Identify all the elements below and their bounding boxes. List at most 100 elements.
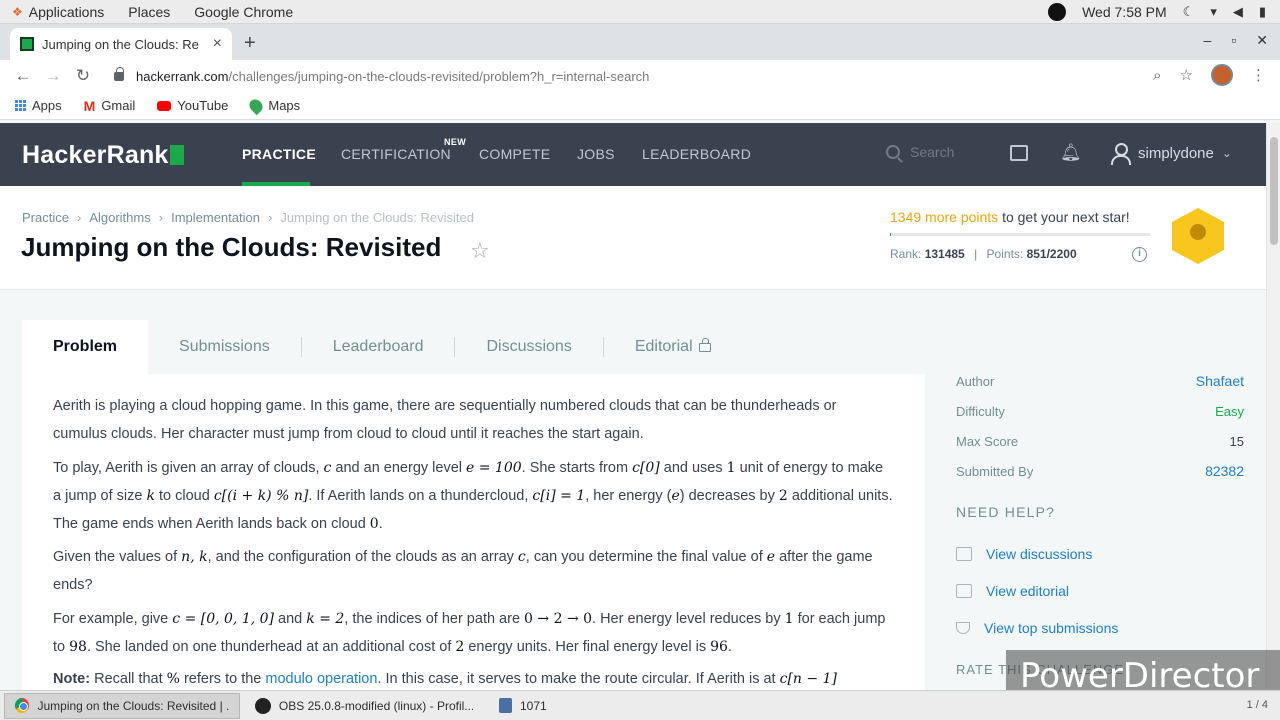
back-arrow-icon[interactable]: ← — [8, 66, 38, 86]
text: energy units. Her final energy level is — [464, 639, 711, 655]
info-icon[interactable]: i — [1132, 247, 1147, 262]
os-menu-chrome[interactable]: Google Chrome — [182, 4, 305, 20]
math: 98 — [69, 639, 87, 655]
scrollbar-thumb[interactable] — [1270, 137, 1278, 245]
taskbar-item-document[interactable]: 1071 — [488, 693, 728, 719]
battery-icon[interactable]: ▮ — [1259, 4, 1266, 20]
next-star-message: 1349 more points to get your next star! — [890, 209, 1130, 225]
submissions-link[interactable]: 82382 — [1205, 463, 1244, 479]
close-window-icon[interactable]: ✕ — [1256, 32, 1268, 49]
taskbar-item-chrome[interactable]: Jumping on the Clouds: Revisited | ... — [4, 692, 240, 719]
math: c[n − 1] — [779, 671, 837, 687]
math: 96 — [710, 639, 728, 655]
address-bar[interactable]: hackerrank.com/challenges/jumping-on-the… — [104, 62, 1208, 90]
browser-tab[interactable]: Jumping on the Clouds: Re × — [10, 28, 232, 60]
math: c = [0, 0, 1, 0] — [172, 611, 275, 627]
tab-discussions[interactable]: Discussions — [454, 337, 602, 357]
meta-max-score: Max Score 15 — [956, 434, 1244, 454]
wifi-icon[interactable]: ▾ — [1210, 4, 1217, 20]
bookmark-gmail[interactable]: M Gmail — [84, 98, 136, 114]
modulo-operation-link[interactable]: modulo operation — [265, 671, 377, 687]
view-discussions-link[interactable]: View discussions — [956, 546, 1092, 562]
text: . If Aerith lands on a thundercloud, — [308, 488, 533, 504]
tab-leaderboard[interactable]: Leaderboard — [300, 337, 455, 357]
os-menu-label: Places — [128, 3, 171, 20]
volume-icon[interactable]: ◀ — [1233, 4, 1243, 20]
text: , can you determine the final value of — [525, 549, 767, 565]
rank-separator: | — [974, 247, 978, 261]
author-link[interactable]: Shafaet — [1196, 373, 1244, 389]
problem-paragraph: Aerith is playing a cloud hopping game. … — [53, 398, 837, 442]
hackerrank-logo[interactable]: HackerRank — [22, 141, 184, 170]
chrome-icon — [15, 698, 30, 713]
night-mode-icon[interactable]: ☾ — [1183, 4, 1195, 20]
os-clock[interactable]: Wed 7:58 PM — [1082, 4, 1167, 20]
obs-tray-icon[interactable] — [1048, 3, 1067, 21]
text: For example, give — [53, 611, 173, 627]
math: k — [146, 488, 155, 504]
zoom-icon[interactable]: ⌕ — [1153, 67, 1161, 84]
taskbar-item-obs[interactable]: OBS 25.0.8-modified (linux) - Profil... — [244, 693, 484, 719]
bookmark-star-icon[interactable]: ☆ — [470, 238, 490, 264]
workspace-pager[interactable]: 1 / 4 — [1247, 699, 1268, 711]
tab-editorial[interactable]: Editorial — [602, 337, 742, 357]
new-tab-button[interactable]: + — [244, 32, 256, 55]
text: Recall that — [90, 671, 167, 687]
os-menu-places[interactable]: Places — [116, 4, 182, 20]
nav-certification[interactable]: CERTIFICATION — [341, 146, 451, 162]
bookmark-star-icon[interactable]: ☆ — [1180, 66, 1193, 84]
browser-toolbar: ← → ↻ hackerrank.com/challenges/jumping-… — [0, 60, 1280, 92]
search-icon — [886, 145, 900, 159]
url-path: /challenges/jumping-on-the-clouds-revisi… — [228, 68, 650, 84]
messages-icon[interactable] — [1010, 145, 1028, 161]
text: , her energy ( — [585, 488, 672, 504]
forward-arrow-icon[interactable]: → — [38, 66, 68, 86]
nav-jobs[interactable]: JOBS — [577, 146, 615, 162]
view-top-submissions-link[interactable]: View top submissions — [956, 620, 1118, 636]
user-icon — [1110, 143, 1131, 165]
window-controls: – ▫ ✕ — [1204, 32, 1269, 49]
maps-pin-icon — [247, 96, 266, 115]
tab-submissions[interactable]: Submissions — [148, 337, 301, 357]
menu-kebab-icon[interactable]: ⋮ — [1251, 66, 1266, 84]
bookmark-youtube[interactable]: YouTube — [157, 98, 228, 113]
url-host: hackerrank.com — [136, 68, 229, 84]
page-scrollbar[interactable] — [1266, 123, 1280, 688]
help-link-label: View editorial — [986, 583, 1070, 599]
breadcrumb-practice[interactable]: Practice — [22, 210, 69, 225]
reload-icon[interactable]: ↻ — [68, 66, 98, 86]
math: 0 — [369, 516, 379, 532]
breadcrumb-implementation[interactable]: Implementation — [171, 210, 260, 225]
hackerrank-favicon-icon — [20, 37, 34, 51]
hackerrank-navbar: HackerRank PRACTICE CERTIFICATION COMPET… — [0, 123, 1266, 186]
gmail-icon: M — [83, 97, 96, 114]
search-box[interactable]: Search — [886, 144, 954, 160]
apps-grid-icon — [14, 100, 26, 112]
profile-avatar[interactable] — [1211, 64, 1233, 86]
maximize-icon[interactable]: ▫ — [1231, 32, 1236, 49]
meta-key: Author — [956, 374, 995, 389]
math: 2 — [455, 639, 465, 655]
math: 1 — [784, 611, 794, 627]
os-menu-applications[interactable]: ❖ Applications — [0, 4, 116, 20]
browser-tab-title: Jumping on the Clouds: Re — [42, 36, 199, 52]
new-badge: NEW — [442, 136, 469, 148]
breadcrumb-algorithms[interactable]: Algorithms — [89, 210, 150, 225]
user-menu[interactable]: simplydone ⌄ — [1110, 143, 1232, 165]
text: and an energy level — [331, 460, 467, 476]
tab-problem[interactable]: Problem — [22, 320, 149, 374]
nav-practice[interactable]: PRACTICE — [242, 146, 316, 162]
minimize-icon[interactable]: – — [1204, 32, 1212, 49]
document-icon — [499, 698, 512, 713]
view-editorial-link[interactable]: View editorial — [956, 583, 1069, 599]
page-title: Jumping on the Clouds: Revisited — [21, 232, 442, 262]
problem-solving-badge[interactable] — [1172, 208, 1224, 264]
os-menu-label: Google Chrome — [194, 3, 294, 20]
notifications-bell-icon[interactable]: 🔔︎ — [1060, 143, 1082, 163]
close-tab-icon[interactable]: × — [213, 35, 222, 53]
bookmark-apps[interactable]: Apps — [14, 98, 62, 113]
nav-leaderboard[interactable]: LEADERBOARD — [642, 146, 751, 162]
bookmark-maps[interactable]: Maps — [247, 96, 300, 115]
nav-compete[interactable]: COMPETE — [479, 146, 550, 162]
math: % — [166, 671, 180, 687]
